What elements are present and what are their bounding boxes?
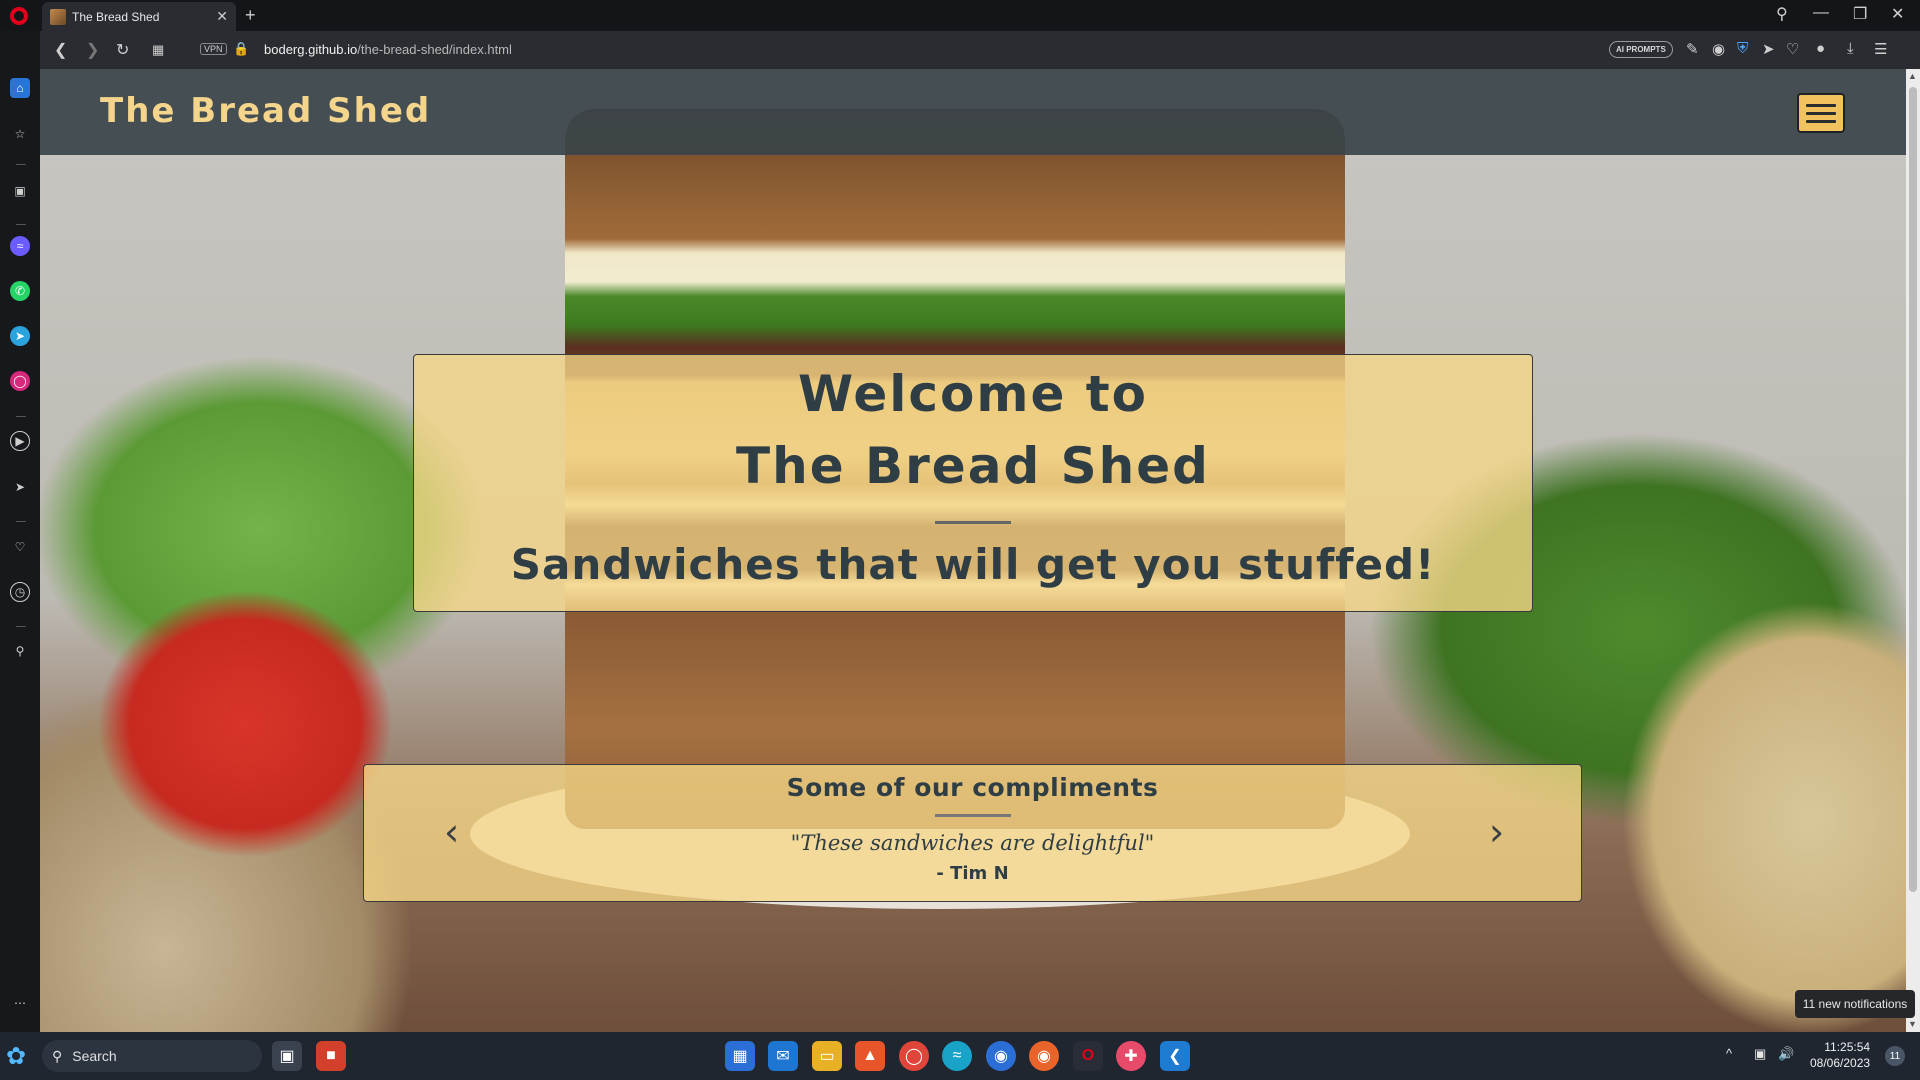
- hamburger-bar: [1806, 119, 1836, 123]
- home-icon[interactable]: ⌂: [10, 78, 30, 98]
- tabs-grid-icon[interactable]: ▦: [152, 42, 164, 58]
- more-options-icon[interactable]: ⋯: [10, 993, 30, 1013]
- bookmarks-star-icon[interactable]: ☆: [10, 124, 30, 144]
- slack-icon[interactable]: ✚: [1116, 1041, 1146, 1071]
- site-favicon-icon: [50, 8, 66, 25]
- network-icon[interactable]: ▣: [1754, 1046, 1766, 1062]
- opera-sidebar: ⌂ ☆ ▣ ≈ ✆ ➤ ◯ ▶ ➤ ♡ ◷ ⚲ ⋯: [0, 31, 40, 1032]
- carousel-prev-icon[interactable]: ‹: [444, 810, 459, 854]
- file-explorer-icon[interactable]: ▭: [812, 1041, 842, 1071]
- shopping-icon[interactable]: ▣: [10, 181, 30, 201]
- clock-time: 11:25:54: [1824, 1040, 1871, 1054]
- easy-setup-icon[interactable]: ☰: [1874, 40, 1887, 58]
- task-view-icon[interactable]: ▣: [272, 1041, 302, 1071]
- tab-title: The Bread Shed: [72, 9, 160, 24]
- messenger-icon[interactable]: ≈: [10, 236, 30, 256]
- sidebar-divider: [16, 626, 26, 627]
- lock-icon[interactable]: 🔒: [233, 41, 249, 57]
- taskbar-search[interactable]: ⚲ Search: [42, 1040, 262, 1072]
- new-tab-button[interactable]: +: [245, 5, 256, 26]
- forward-icon[interactable]: ❯: [86, 40, 99, 60]
- hero-panel: Welcome to The Bread Shed Sandwiches tha…: [413, 354, 1533, 612]
- tab-close-icon[interactable]: ✕: [216, 8, 228, 25]
- start-icon[interactable]: ✿: [6, 1042, 26, 1071]
- page-viewport: The Bread Shed Welcome to The Bread Shed…: [40, 69, 1906, 1032]
- brave-browser-icon[interactable]: ▲: [855, 1041, 885, 1071]
- reload-icon[interactable]: ↻: [116, 40, 129, 60]
- player-icon[interactable]: ▶: [10, 431, 30, 451]
- scrollbar-thumb[interactable]: [1909, 87, 1917, 892]
- restore-icon[interactable]: ❐: [1853, 4, 1867, 24]
- carousel-next-icon[interactable]: ›: [1489, 810, 1504, 854]
- sidebar-divider: [16, 416, 26, 417]
- page-scrollbar[interactable]: ▲ ▼: [1906, 69, 1920, 1032]
- whatsapp-icon[interactable]: ✆: [10, 281, 30, 301]
- sidebar-divider: [16, 164, 26, 165]
- microsoft-store-icon[interactable]: ▦: [725, 1041, 755, 1071]
- compliments-title: Some of our compliments: [786, 773, 1159, 802]
- sidebar-divider: [16, 224, 26, 225]
- taskbar-search-label: Search: [72, 1048, 117, 1064]
- pinboard-heart-icon[interactable]: ♡: [10, 537, 30, 557]
- edge-icon[interactable]: ≈: [942, 1041, 972, 1071]
- hero-divider: [935, 521, 1011, 524]
- hero-subtitle: Sandwiches that will get you stuffed!: [510, 540, 1436, 589]
- url-path: /the-bread-shed/index.html: [357, 42, 512, 57]
- shield-icon[interactable]: ⛨: [1737, 40, 1748, 57]
- chrome-icon[interactable]: ◯: [899, 1041, 929, 1071]
- minimize-icon[interactable]: —: [1813, 4, 1829, 22]
- site-header: The Bread Shed: [40, 69, 1906, 155]
- office-app-icon[interactable]: ■: [316, 1041, 346, 1071]
- camera-icon[interactable]: ◉: [1712, 40, 1725, 58]
- tab-search-icon[interactable]: ⚲: [1776, 4, 1788, 24]
- compliments-divider: [934, 814, 1011, 817]
- hero-title-line-2: The Bread Shed: [736, 437, 1210, 495]
- testimonial-quote: "These sandwiches are delightful": [790, 831, 1155, 855]
- telegram-icon[interactable]: ➤: [10, 326, 30, 346]
- scroll-up-icon[interactable]: ▲: [1908, 71, 1917, 81]
- back-icon[interactable]: ❮: [54, 40, 67, 60]
- hamburger-menu-button[interactable]: [1797, 93, 1845, 133]
- heart-icon[interactable]: ♡: [1786, 40, 1799, 58]
- download-icon[interactable]: ⤓: [1847, 40, 1854, 57]
- scroll-down-icon[interactable]: ▼: [1908, 1019, 1917, 1029]
- address-bar: ❮ ❯ ↻ ▦ VPN 🔒 boderg.github.io/the-bread…: [40, 31, 1920, 69]
- url-field[interactable]: boderg.github.io/the-bread-shed/index.ht…: [264, 42, 512, 57]
- tray-overflow-icon[interactable]: ^: [1726, 1046, 1732, 1061]
- browser-tab-bar: The Bread Shed ✕ + ⚲ — ❐ ✕: [0, 0, 1920, 31]
- firefox-icon[interactable]: ◉: [1029, 1041, 1059, 1071]
- compliments-carousel: ‹ › Some of our compliments "These sandw…: [363, 764, 1582, 902]
- sidebar-divider: [16, 521, 26, 522]
- instagram-icon[interactable]: ◯: [10, 371, 30, 391]
- hero-title-line-1: Welcome to: [797, 365, 1149, 423]
- vpn-badge[interactable]: VPN: [200, 43, 227, 55]
- hamburger-bar: [1806, 103, 1836, 107]
- notifications-toast[interactable]: 11 new notifications: [1795, 990, 1915, 1018]
- send-icon[interactable]: ➤: [1762, 40, 1775, 58]
- vscode-icon[interactable]: ❮: [1160, 1041, 1190, 1071]
- share-icon[interactable]: ✎: [1686, 40, 1699, 58]
- opera-logo-icon[interactable]: [10, 7, 28, 25]
- send-flow-icon[interactable]: ➤: [10, 477, 30, 497]
- history-icon[interactable]: ◷: [10, 582, 30, 602]
- taskbar-clock[interactable]: 11:25:54 08/06/2023: [1810, 1039, 1870, 1071]
- profile-avatar-icon[interactable]: ●: [1816, 40, 1825, 57]
- clock-date: 08/06/2023: [1810, 1056, 1871, 1070]
- volume-icon[interactable]: 🔊: [1778, 1046, 1794, 1062]
- opera-taskbar-icon[interactable]: O: [1073, 1041, 1103, 1071]
- lightbulb-icon[interactable]: ⚲: [10, 641, 30, 661]
- notification-center-badge[interactable]: 11: [1885, 1046, 1905, 1066]
- ai-prompts-button[interactable]: AI PROMPTS: [1609, 41, 1673, 58]
- testimonial-author: - Tim N: [936, 863, 1009, 884]
- browser-tab[interactable]: The Bread Shed ✕: [42, 2, 236, 31]
- mail-icon[interactable]: ✉: [768, 1041, 798, 1071]
- url-host: boderg.github.io: [264, 42, 358, 57]
- hamburger-bar: [1806, 111, 1836, 115]
- close-window-icon[interactable]: ✕: [1891, 4, 1904, 24]
- windows-taskbar: ✿ ⚲ Search ▣ ■ ▦ ✉ ▭ ▲ ◯ ≈ ◉ ◉ O ✚ ❮ ^ ▣…: [0, 1032, 1920, 1080]
- site-logo[interactable]: The Bread Shed: [100, 91, 431, 131]
- search-icon: ⚲: [52, 1047, 63, 1064]
- firefox-developer-icon[interactable]: ◉: [986, 1041, 1016, 1071]
